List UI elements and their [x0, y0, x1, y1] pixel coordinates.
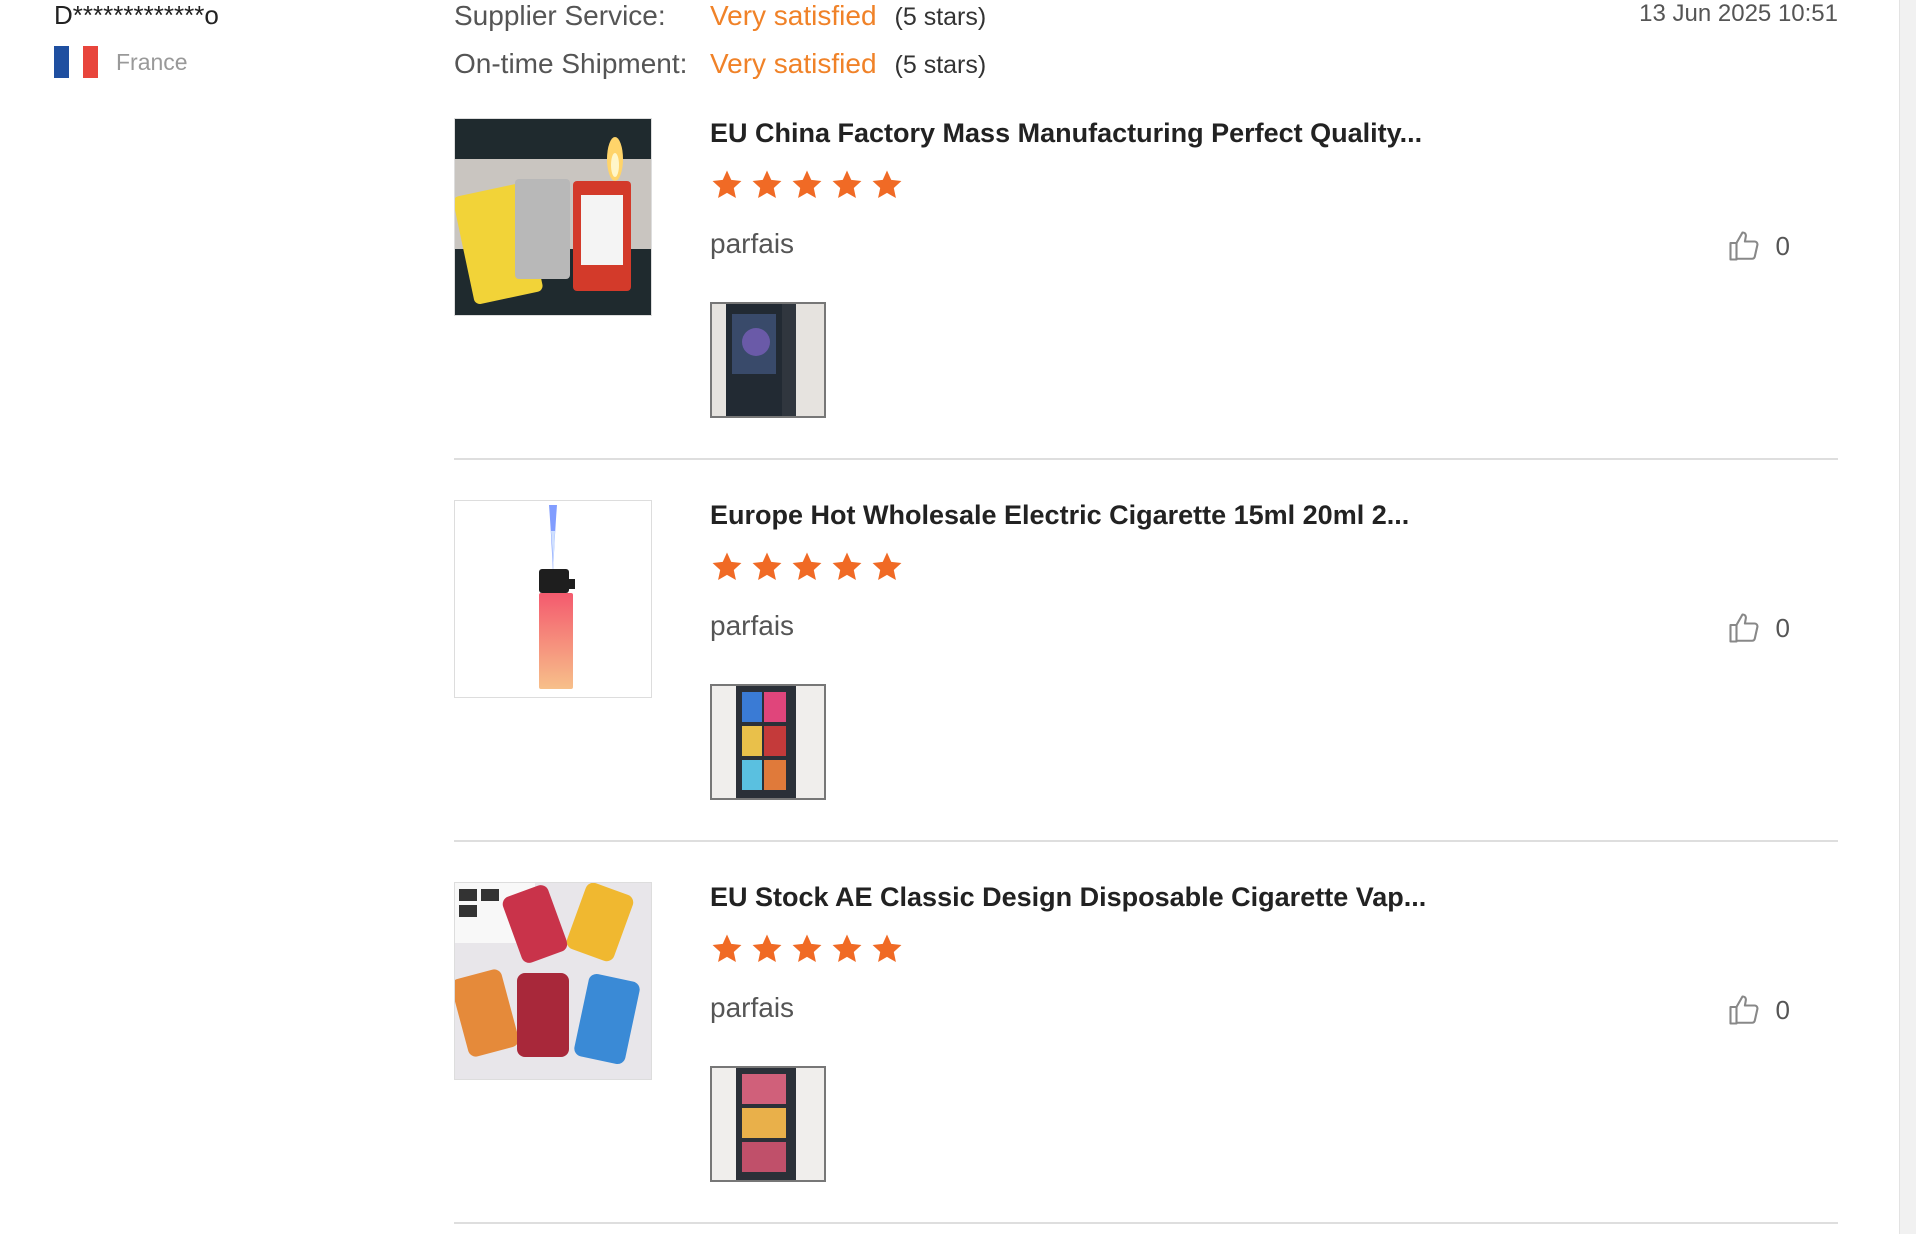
rating-stars-text: (5 stars): [894, 51, 987, 79]
star-icon: [872, 934, 902, 963]
rating-label: Supplier Service:: [454, 0, 666, 31]
star-icon: [712, 934, 742, 963]
product-image[interactable]: [454, 118, 652, 316]
star-icon: [832, 170, 862, 199]
reviewer-info: D*************o France: [54, 0, 414, 78]
review-item: Europe Hot Wholesale Electric Cigarette …: [454, 460, 1838, 842]
star-icon: [872, 170, 902, 199]
thumbs-up-icon: [1728, 613, 1759, 643]
thumbs-up-icon: [1728, 231, 1759, 261]
like-count: 0: [1775, 612, 1790, 643]
review-item: EU China Factory Mass Manufacturing Perf…: [454, 118, 1838, 460]
star-icon: [712, 552, 742, 581]
review-star-rating: [710, 168, 904, 202]
star-icon: [832, 934, 862, 963]
product-title[interactable]: Europe Hot Wholesale Electric Cigarette …: [710, 500, 1409, 531]
reviewer-name: D*************o: [54, 0, 219, 30]
star-icon: [872, 552, 902, 581]
star-icon: [712, 170, 742, 199]
thumbs-up-icon: [1728, 995, 1759, 1025]
like-button[interactable]: 0: [1726, 610, 1790, 646]
rating-label: On-time Shipment:: [454, 48, 688, 79]
review-comment: parfais: [710, 610, 795, 641]
rating-value: Very satisfied: [710, 48, 877, 79]
star-icon: [752, 170, 782, 199]
like-count: 0: [1775, 994, 1790, 1025]
star-icon: [792, 934, 822, 963]
country-name: France: [116, 48, 188, 75]
review-photo-thumbnail[interactable]: [710, 1066, 826, 1182]
star-icon: [752, 552, 782, 581]
review-item: EU Stock AE Classic Design Disposable Ci…: [454, 842, 1838, 1224]
like-button[interactable]: 0: [1726, 228, 1790, 264]
review-star-rating: [710, 932, 904, 966]
france-flag-icon: [54, 46, 99, 78]
rating-value: Very satisfied: [710, 0, 877, 31]
star-icon: [832, 552, 862, 581]
star-icon: [792, 552, 822, 581]
review-date: 13 Jun 2025 10:51: [1639, 0, 1838, 27]
supplier-ratings: Supplier Service: Very satisfied (5 star…: [454, 0, 1838, 96]
product-title[interactable]: EU Stock AE Classic Design Disposable Ci…: [710, 882, 1426, 913]
product-image[interactable]: [454, 500, 652, 698]
rating-stars-text: (5 stars): [894, 3, 987, 31]
review-photo-thumbnail[interactable]: [710, 302, 826, 418]
rating-on-time-shipment: On-time Shipment: Very satisfied (5 star…: [454, 48, 1838, 96]
rating-supplier-service: Supplier Service: Very satisfied (5 star…: [454, 0, 1838, 48]
reviewer-country: France: [54, 46, 414, 78]
review-comment: parfais: [710, 228, 795, 259]
like-button[interactable]: 0: [1726, 992, 1790, 1028]
star-icon: [792, 170, 822, 199]
scrollbar[interactable]: [1899, 0, 1916, 1234]
like-count: 0: [1775, 230, 1790, 261]
review-star-rating: [710, 550, 904, 584]
review-comment: parfais: [710, 992, 795, 1023]
star-icon: [752, 934, 782, 963]
product-image[interactable]: [454, 882, 652, 1080]
review-list: EU China Factory Mass Manufacturing Perf…: [454, 118, 1838, 1224]
review-photo-thumbnail[interactable]: [710, 684, 826, 800]
product-title[interactable]: EU China Factory Mass Manufacturing Perf…: [710, 118, 1422, 149]
